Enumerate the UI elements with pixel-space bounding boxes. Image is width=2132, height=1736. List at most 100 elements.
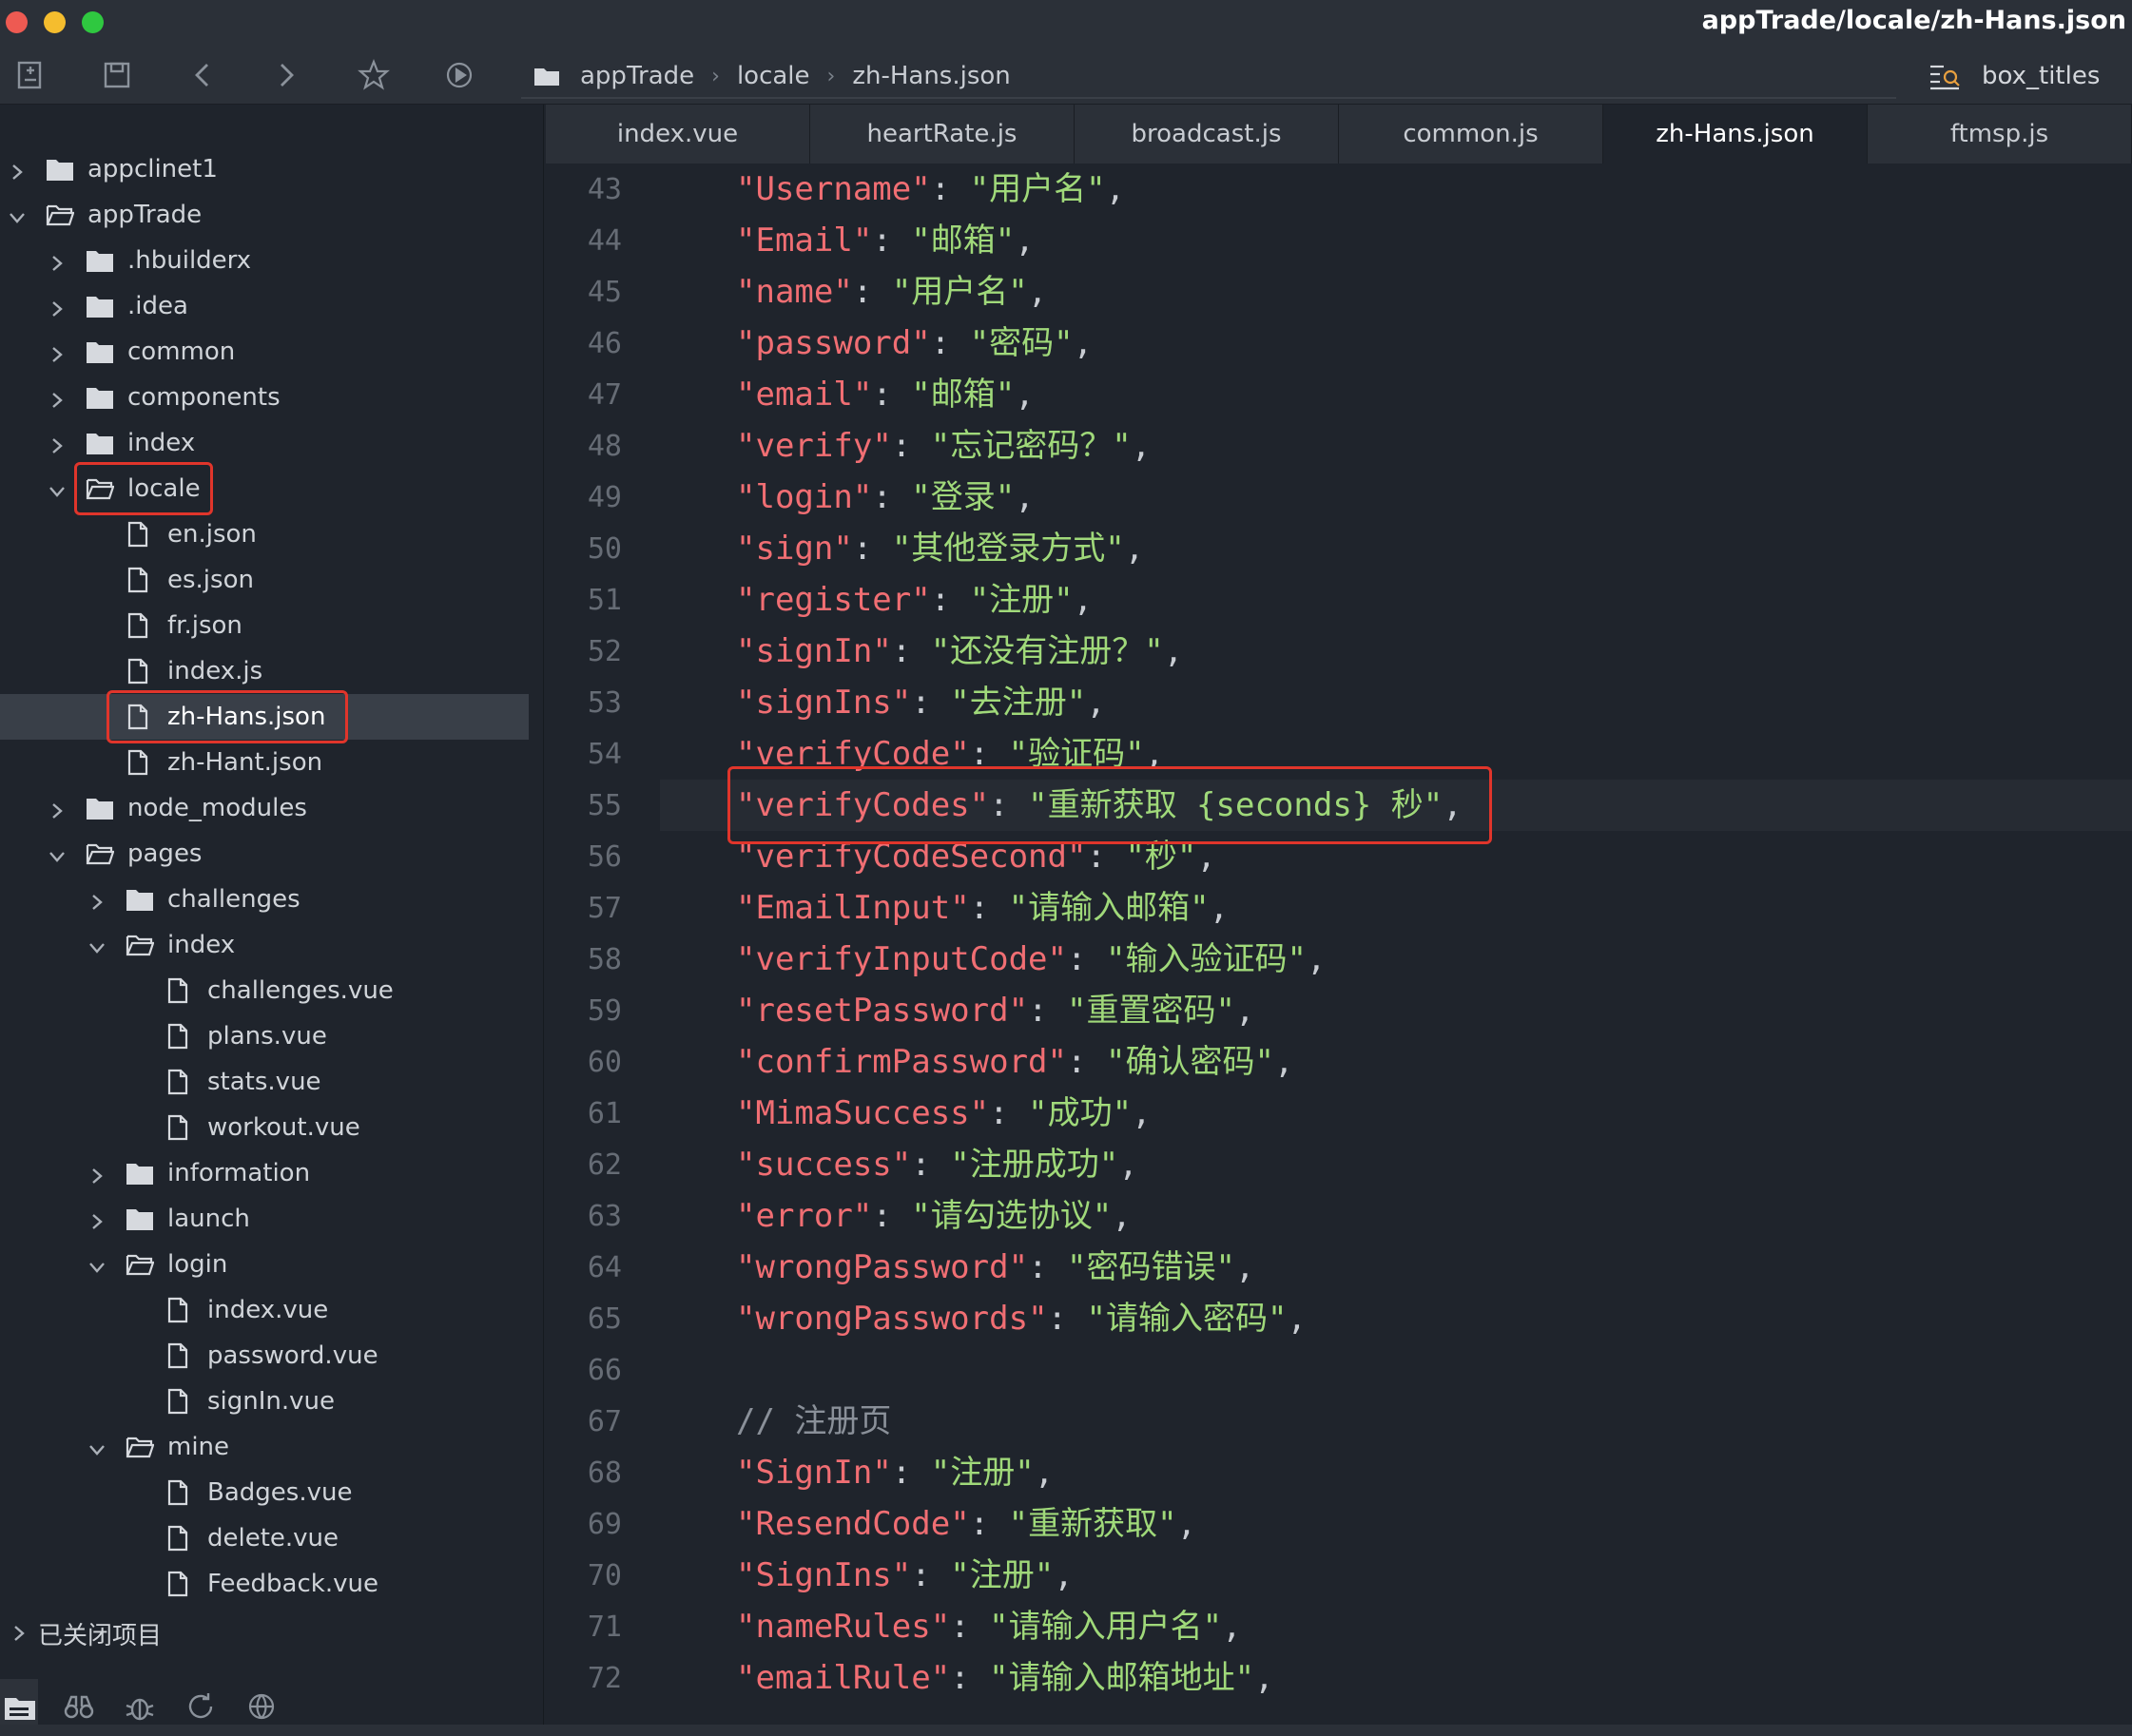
window-close-button[interactable] (6, 11, 28, 33)
outline-button[interactable]: box_titles (1927, 57, 2100, 95)
tree-folder-item[interactable]: appTrade (0, 192, 543, 238)
tree-file-item[interactable]: index.vue (0, 1287, 543, 1333)
save-icon[interactable] (99, 57, 135, 93)
tree-file-item[interactable]: plans.vue (0, 1013, 543, 1059)
editor-tab[interactable]: common.js (1339, 105, 1603, 164)
code-line[interactable]: "wrongPassword": "密码错误", (736, 1242, 1254, 1293)
editor-tab[interactable]: broadcast.js (1075, 105, 1339, 164)
chevron-right-icon[interactable] (48, 297, 67, 317)
tree-file-item[interactable]: challenges.vue (0, 968, 543, 1013)
chevron-down-icon[interactable] (87, 1437, 107, 1456)
code-line[interactable]: "register": "注册", (736, 574, 1093, 626)
breadcrumb-item[interactable]: zh-Hans.json (852, 62, 1010, 90)
tree-folder-item[interactable]: locale (0, 462, 543, 515)
code-line[interactable]: "password": "密码", (736, 318, 1093, 369)
code-line[interactable]: "wrongPasswords": "请输入密码", (736, 1293, 1307, 1344)
tree-file-item[interactable]: zh-Hant.json (0, 740, 543, 785)
tree-folder-item[interactable]: index (0, 922, 543, 968)
tree-file-item[interactable]: index.js (0, 648, 543, 694)
code-editor[interactable]: 43 44 45 46 47 48 49 50 51 52 53 54 55 56 57 58 59 60 61 62… (546, 164, 2132, 1728)
window-minimize-button[interactable] (44, 11, 66, 33)
code-line[interactable]: "ResendCode": "重新获取", (736, 1498, 1196, 1550)
tree-folder-item[interactable]: index (0, 420, 543, 466)
tree-folder-item[interactable]: mine (0, 1424, 543, 1470)
chevron-right-icon[interactable] (48, 434, 67, 453)
tree-file-item[interactable]: es.json (0, 557, 543, 603)
horizontal-scrollbar[interactable] (0, 1725, 2132, 1736)
code-line[interactable]: "sign": "其他登录方式", (736, 523, 1144, 574)
chevron-right-icon[interactable] (48, 799, 67, 819)
tree-folder-item[interactable]: challenges (0, 877, 543, 922)
tree-folder-item[interactable]: launch (0, 1196, 543, 1242)
code-line[interactable]: "login": "登录", (736, 472, 1035, 523)
tree-file-item[interactable]: signIn.vue (0, 1379, 543, 1424)
tree-folder-item[interactable]: components (0, 375, 543, 420)
code-line[interactable]: "verify": "忘记密码？", (736, 420, 1151, 472)
globe-icon[interactable] (243, 1688, 280, 1725)
chevron-right-icon[interactable] (48, 388, 67, 408)
chevron-right-icon[interactable] (8, 160, 27, 180)
tree-file-item[interactable]: Badges.vue (0, 1470, 543, 1515)
chevron-down-icon[interactable] (87, 1255, 107, 1274)
star-icon[interactable] (356, 57, 392, 93)
breadcrumb-item[interactable]: locale (737, 62, 810, 90)
run-icon[interactable] (441, 57, 477, 93)
code-line[interactable]: "resetPassword": "重置密码", (736, 985, 1254, 1036)
tree-folder-item[interactable]: pages (0, 831, 543, 877)
chevron-right-icon[interactable] (48, 251, 67, 271)
chevron-down-icon[interactable] (87, 936, 107, 955)
closed-projects-row[interactable]: 已关闭项目 (0, 1611, 543, 1656)
tree-file-item[interactable]: password.vue (0, 1333, 543, 1379)
tree-file-item[interactable]: en.json (0, 511, 543, 557)
code-line[interactable]: "name": "用户名", (736, 266, 1047, 318)
chevron-right-icon[interactable] (48, 342, 67, 362)
tree-folder-item[interactable]: common (0, 329, 543, 375)
breadcrumb-item[interactable]: appTrade (580, 62, 694, 90)
editor-tab[interactable]: zh-Hans.json (1603, 105, 1868, 164)
editor-tab[interactable]: index.vue (546, 105, 810, 164)
tree-folder-item[interactable]: node_modules (0, 785, 543, 831)
code-line[interactable]: "EmailInput": "请输入邮箱", (736, 882, 1229, 934)
code-line[interactable]: "success": "注册成功", (736, 1139, 1138, 1190)
code-line[interactable]: "confirmPassword": "确认密码", (736, 1036, 1293, 1088)
code-line[interactable]: "signIns": "去注册", (736, 677, 1106, 728)
tree-folder-item[interactable]: .hbuilderx (0, 238, 543, 283)
tree-file-item[interactable]: stats.vue (0, 1059, 543, 1105)
editor-tab[interactable]: ftmsp.js (1868, 105, 2132, 164)
chevron-down-icon[interactable] (8, 205, 27, 224)
tree-file-item[interactable]: Feedback.vue (0, 1561, 543, 1607)
code-line[interactable]: "Email": "邮箱", (736, 215, 1035, 266)
code-line[interactable]: "email": "邮箱", (736, 369, 1035, 420)
chevron-down-icon[interactable] (48, 844, 67, 863)
bug-icon[interactable] (122, 1688, 158, 1725)
chevron-right-icon[interactable] (87, 890, 107, 910)
tree-file-item[interactable]: delete.vue (0, 1515, 543, 1561)
binoculars-icon[interactable] (61, 1688, 97, 1725)
tree-folder-item[interactable]: information (0, 1150, 543, 1196)
chevron-right-icon[interactable] (87, 1209, 107, 1229)
code-line[interactable]: // 注册页 (736, 1396, 891, 1447)
tree-file-item[interactable]: workout.vue (0, 1105, 543, 1150)
window-maximize-button[interactable] (82, 11, 104, 33)
tree-folder-item[interactable]: login (0, 1242, 543, 1287)
code-line[interactable]: "signIn": "还没有注册？", (736, 626, 1183, 677)
code-line[interactable]: "Username": "用户名", (736, 164, 1125, 215)
new-file-icon[interactable] (13, 57, 49, 93)
refresh-icon[interactable] (183, 1688, 219, 1725)
code-line[interactable]: "verifyInputCode": "输入验证码", (736, 934, 1326, 985)
editor-tab[interactable]: heartRate.js (810, 105, 1075, 164)
tree-file-item[interactable]: zh-Hans.json (0, 690, 529, 743)
code-line[interactable]: "MimaSuccess": "成功", (736, 1088, 1152, 1139)
tree-folder-item[interactable]: .idea (0, 283, 543, 329)
project-icon[interactable] (2, 1688, 38, 1725)
code-line[interactable]: "nameRules": "请输入用户名", (736, 1601, 1242, 1652)
code-line[interactable]: "SignIns": "注册", (736, 1550, 1074, 1601)
code-line[interactable]: "error": "请勾选协议", (736, 1190, 1132, 1242)
chevron-right-icon[interactable] (87, 1164, 107, 1184)
chevron-down-icon[interactable] (48, 479, 67, 498)
back-icon[interactable] (184, 57, 221, 93)
tree-folder-item[interactable]: appclinet1 (0, 146, 543, 192)
forward-icon[interactable] (268, 57, 304, 93)
tree-file-item[interactable]: fr.json (0, 603, 543, 648)
code-line[interactable]: "SignIn": "注册", (736, 1447, 1054, 1498)
